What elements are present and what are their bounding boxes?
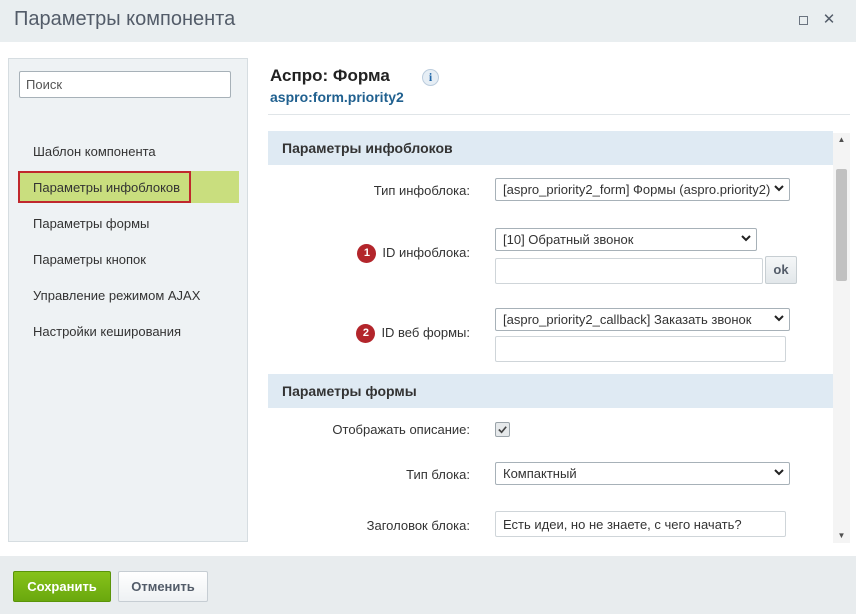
chevron-down-icon [774,185,784,192]
block-title-input[interactable] [495,511,786,537]
sidebar-item-form-params[interactable]: Параметры формы [9,207,249,243]
sidebar-item-ajax[interactable]: Управление режимом AJAX [9,279,249,315]
iblock-type-label: Тип инфоблока: [373,183,470,198]
close-icon: ✕ [822,11,836,28]
chevron-down-icon [741,235,751,242]
webform-id-label: ID веб формы: [381,324,470,340]
info-icon[interactable]: i [422,69,439,86]
sidebar-item-label: Шаблон компонента [33,144,156,159]
sidebar-nav: Шаблон компонента Параметры инфоблоков П… [9,135,249,351]
scroll-down-icon[interactable]: ▼ [833,529,850,543]
sidebar-item-template[interactable]: Шаблон компонента [9,135,249,171]
select-value: [aspro_priority2_form] Формы (aspro.prio… [503,182,771,197]
block-type-label: Тип блока: [406,467,470,482]
save-button[interactable]: Сохранить [13,571,111,602]
sidebar-item-label: Параметры инфоблоков [33,180,181,195]
dialog-title: Параметры компонента [14,8,236,30]
section-header-iblock: Параметры инфоблоков [268,131,833,165]
search-input[interactable] [19,71,231,98]
iblock-id-label: ID инфоблока: [382,244,470,260]
sidebar-item-label: Настройки кеширования [33,324,182,339]
component-code: aspro:form.priority2 [270,89,404,105]
title-bar: Параметры компонента ✕ [0,0,856,42]
block-title-label: Заголовок блока: [366,518,470,533]
iblock-id-label-wrap: 1 ID инфоблока: [270,244,470,263]
sidebar-item-button-params[interactable]: Параметры кнопок [9,243,249,279]
section-header-form: Параметры формы [268,374,833,408]
select-value: [aspro_priority2_callback] Заказать звон… [503,312,752,327]
sidebar-item-label: Параметры кнопок [33,252,146,267]
webform-id-select[interactable]: [aspro_priority2_callback] Заказать звон… [495,308,790,331]
show-description-checkbox[interactable] [495,422,510,437]
sidebar: Шаблон компонента Параметры инфоблоков П… [8,58,248,542]
scrollbar-thumb[interactable] [836,169,847,281]
block-type-select[interactable]: Компактный [495,462,790,485]
scrollbar[interactable]: ▲ ▼ [833,133,850,543]
iblock-id-select[interactable]: [10] Обратный звонок [495,228,757,251]
dialog-content: Шаблон компонента Параметры инфоблоков П… [0,42,856,556]
sidebar-item-iblock-params[interactable]: Параметры инфоблоков [9,171,249,207]
scroll-up-icon[interactable]: ▲ [833,133,850,147]
sidebar-item-label: Управление режимом AJAX [33,288,201,303]
dialog-footer: Сохранить Отменить [0,556,856,614]
chevron-down-icon [774,469,784,476]
webform-id-label-wrap: 2 ID веб формы: [270,324,470,343]
ok-button[interactable]: ok [765,256,797,284]
sidebar-item-cache[interactable]: Настройки кеширования [9,315,249,351]
checkmark-icon [498,426,507,434]
close-button[interactable]: ✕ [821,12,837,28]
maximize-button[interactable] [795,12,811,28]
chevron-down-icon [774,315,784,322]
show-description-label: Отображать описание: [332,422,470,437]
divider [268,114,850,115]
component-title: Аспро: Форма [270,66,390,85]
select-value: [10] Обратный звонок [503,232,634,247]
select-value: Компактный [503,466,577,481]
sidebar-item-label: Параметры формы [33,216,150,231]
step-badge-2: 2 [356,324,376,343]
maximize-icon [798,16,808,25]
iblock-type-select[interactable]: [aspro_priority2_form] Формы (aspro.prio… [495,178,790,201]
cancel-button[interactable]: Отменить [118,571,208,602]
iblock-id-input[interactable] [495,258,763,284]
step-badge-1: 1 [357,244,377,263]
webform-id-input[interactable] [495,336,786,362]
